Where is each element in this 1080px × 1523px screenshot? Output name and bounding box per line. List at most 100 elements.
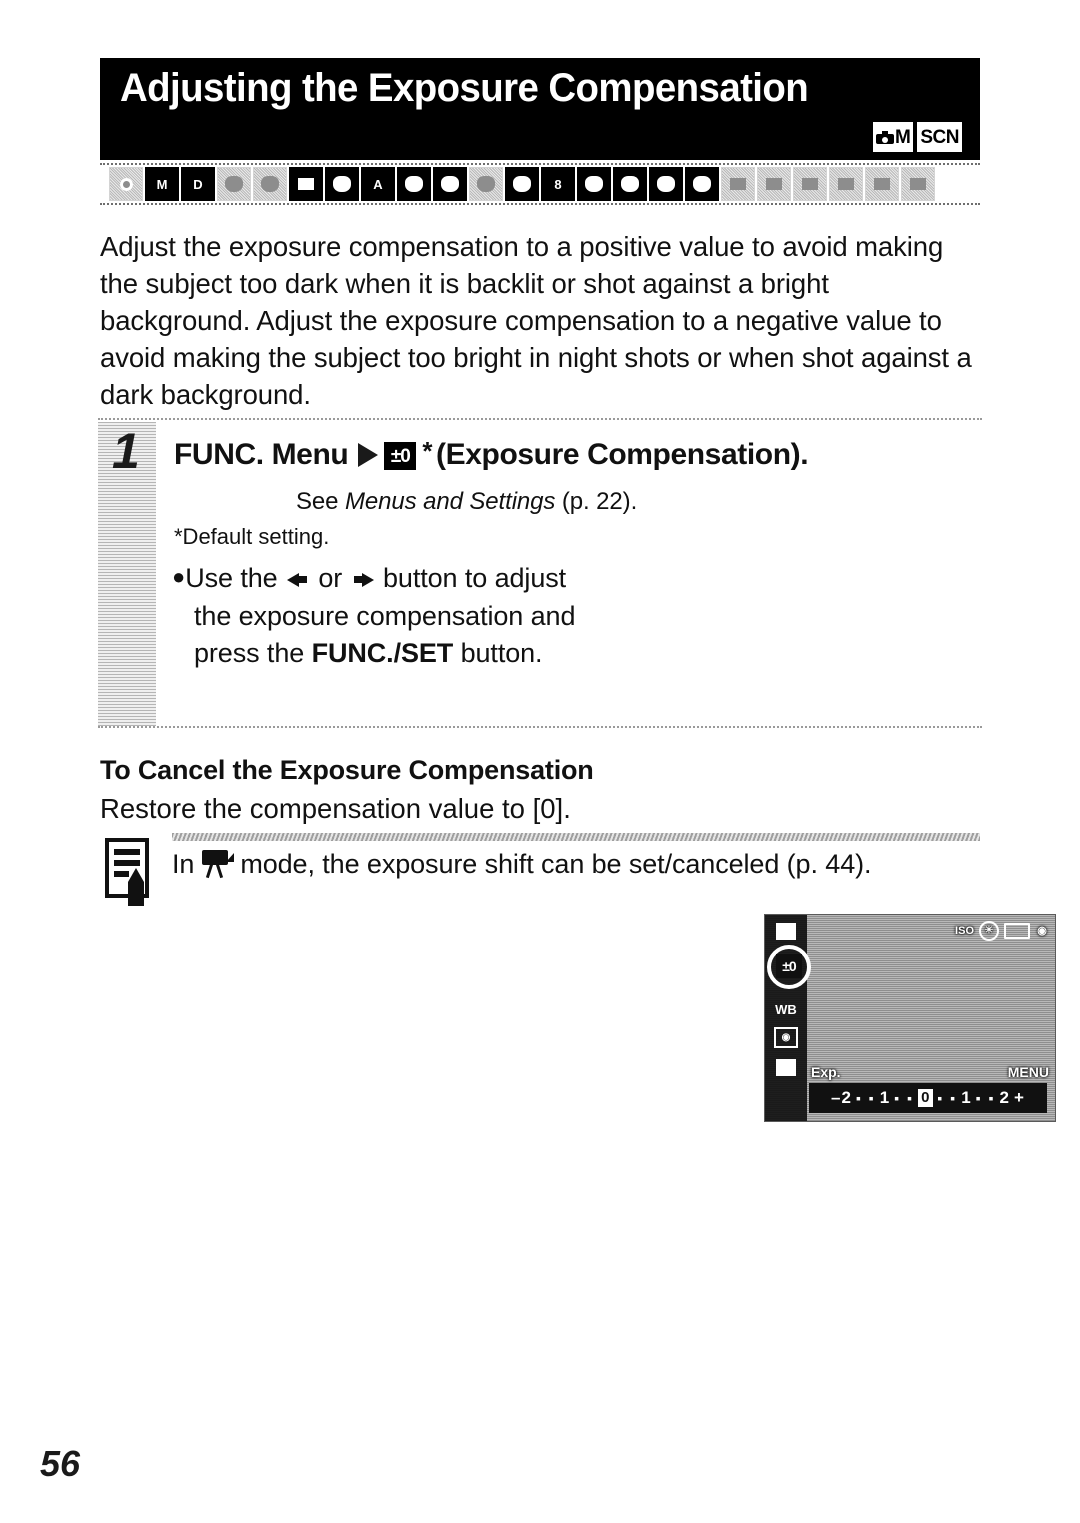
iso-speed-icon [772, 1055, 800, 1079]
lcd-status-icon-row: ISO ✳ ◉ [955, 921, 1049, 941]
print-icon [901, 167, 935, 201]
bullet-line2: the exposure compensation and [194, 601, 576, 631]
movie-color-swap-icon-glyph [838, 178, 854, 190]
bullet-line1-b: or [318, 563, 343, 593]
see-suffix: (p. 22). [561, 488, 638, 515]
foliage-icon [469, 167, 503, 201]
step-1-box: 1 FUNC. Menu ±0 * (Exposure Compensation… [98, 418, 1056, 1122]
playback-icon-glyph [874, 178, 890, 190]
auto-mode-icon-glyph [119, 177, 133, 191]
note-divider [172, 833, 980, 841]
lcd-menu-label: MENU [1007, 1064, 1049, 1080]
manual-mode-icon-glyph: M [156, 176, 168, 192]
indoor-icon [433, 167, 467, 201]
bullet-dot-icon: ● [172, 564, 186, 589]
stitch-assist-icon [289, 167, 323, 201]
arrow-right-button-icon [350, 569, 376, 589]
print-icon-glyph [910, 178, 926, 190]
movie-color-swap-icon [829, 167, 863, 201]
color-accent-icon [217, 167, 251, 201]
step-cross-reference: See Menus and Settings (p. 22). [296, 486, 637, 518]
shooting-mode-strip: M D A 8 [100, 163, 980, 205]
step-number: 1 [112, 423, 140, 479]
aquarium-icon [649, 167, 683, 201]
beach-icon [577, 167, 611, 201]
flash-off-indicator: ✳ [979, 921, 999, 941]
movie-compact-icon [757, 167, 791, 201]
color-accent-icon-glyph [225, 176, 243, 192]
leaf-icon [505, 167, 539, 201]
fireworks-icon [613, 167, 647, 201]
movie-standard-icon [721, 167, 755, 201]
movie-color-accent-icon [793, 167, 827, 201]
foliage-icon-glyph [477, 176, 495, 192]
note-text-after: mode, the exposure shift can be set/canc… [240, 849, 872, 879]
auto-mode-icon [109, 167, 143, 201]
step-heading: FUNC. Menu ±0 * (Exposure Compensation). [174, 435, 809, 472]
lcd-exp-label: Exp. [811, 1064, 841, 1080]
kids-and-pets-icon [397, 167, 431, 201]
step-heading-prefix: FUNC. Menu [174, 438, 349, 471]
scale-minus-mid: 1 [879, 1088, 891, 1107]
step-heading-suffix: (Exposure Compensation). [436, 438, 809, 471]
mode-badge-group: M SCN [873, 122, 962, 152]
note-text-before: In [172, 849, 195, 879]
scale-minus-end: –2 [831, 1088, 852, 1107]
lcd-label-row: Exp. MENU [811, 1061, 1049, 1083]
cancel-section-body: Restore the compensation value to [0]. [100, 793, 571, 824]
memo-note-icon [103, 838, 159, 910]
leaf-icon-glyph [513, 176, 531, 192]
scn-badge: SCN [917, 122, 962, 152]
scale-plus-sign: + [1014, 1088, 1025, 1107]
lcd-exposure-compensation-icon: ±0 [776, 954, 802, 978]
aquarium-icon-glyph [657, 176, 675, 192]
exposure-compensation-icon: ±0 [384, 442, 417, 470]
stitch-assist-icon-glyph [298, 178, 314, 190]
movie-mode-icon [200, 850, 235, 879]
white-balance-icon-label: WB [775, 1001, 797, 1017]
color-swap-icon [253, 167, 287, 201]
night-snapshot-icon-glyph: A [373, 176, 383, 192]
default-asterisk: * [422, 435, 433, 466]
white-balance-icon: WB [772, 997, 800, 1021]
scale-dots-4: ▪ ▪ [975, 1090, 996, 1106]
scn-badge-label: SCN [920, 126, 959, 148]
note-callout-text: In mode, the exposure shift can be set/c… [172, 845, 980, 882]
snow-icon: 8 [541, 167, 575, 201]
bullet-line3-c: button. [460, 638, 543, 668]
battery-indicator [1004, 923, 1030, 939]
iso-indicator: ISO [955, 924, 974, 937]
scale-zero-marker: 0 [918, 1089, 934, 1107]
playback-icon [865, 167, 899, 201]
scale-plus-end: 2 [999, 1088, 1011, 1107]
scale-plus-mid: 1 [961, 1088, 972, 1107]
photo-effect-icon-label: ◉ [774, 1026, 798, 1048]
movie-compact-icon-glyph [766, 178, 782, 190]
beach-icon-glyph [585, 176, 603, 192]
color-swap-icon-glyph [261, 176, 279, 192]
indoor-icon-glyph [441, 176, 459, 192]
camera-lcd-screenshot: ±0 WB ◉ ISO ✳ ◉ Exp. MENU –2 ▪ ▪ 1 ▪ ▪ 0… [764, 914, 1056, 1122]
page-number: 56 [40, 1443, 81, 1484]
cancel-section-heading: To Cancel the Exposure Compensation [100, 755, 594, 785]
manual-page: Adjusting the Exposure Compensation M SC… [0, 0, 1080, 1523]
scale-dots-2: ▪ ▪ [894, 1090, 915, 1106]
bullet-line1-a: Use the [185, 563, 278, 593]
movie-color-accent-icon-glyph [802, 178, 818, 190]
camera-indicator: ◉ [1037, 924, 1047, 937]
camera-m-badge: M [873, 122, 914, 152]
see-prefix: See [296, 488, 339, 515]
night-snapshot-icon: A [361, 167, 395, 201]
underwater-icon-glyph [693, 176, 711, 192]
fireworks-icon-glyph [621, 176, 639, 192]
func-set-button-name: FUNC./SET [311, 638, 454, 668]
underwater-icon [685, 167, 719, 201]
step-bullet-text: ●Use the or button to adjust the exposur… [172, 560, 692, 672]
movie-standard-icon-glyph [730, 178, 746, 190]
manual-mode-icon: M [145, 167, 179, 201]
arrow-left-button-icon [285, 569, 311, 589]
bullet-line1-c: button to adjust [383, 563, 567, 593]
bullet-line3: press the FUNC./SET button. [172, 635, 692, 672]
digital-macro-icon-glyph: D [193, 176, 203, 192]
page-title: Adjusting the Exposure Compensation [120, 66, 809, 110]
